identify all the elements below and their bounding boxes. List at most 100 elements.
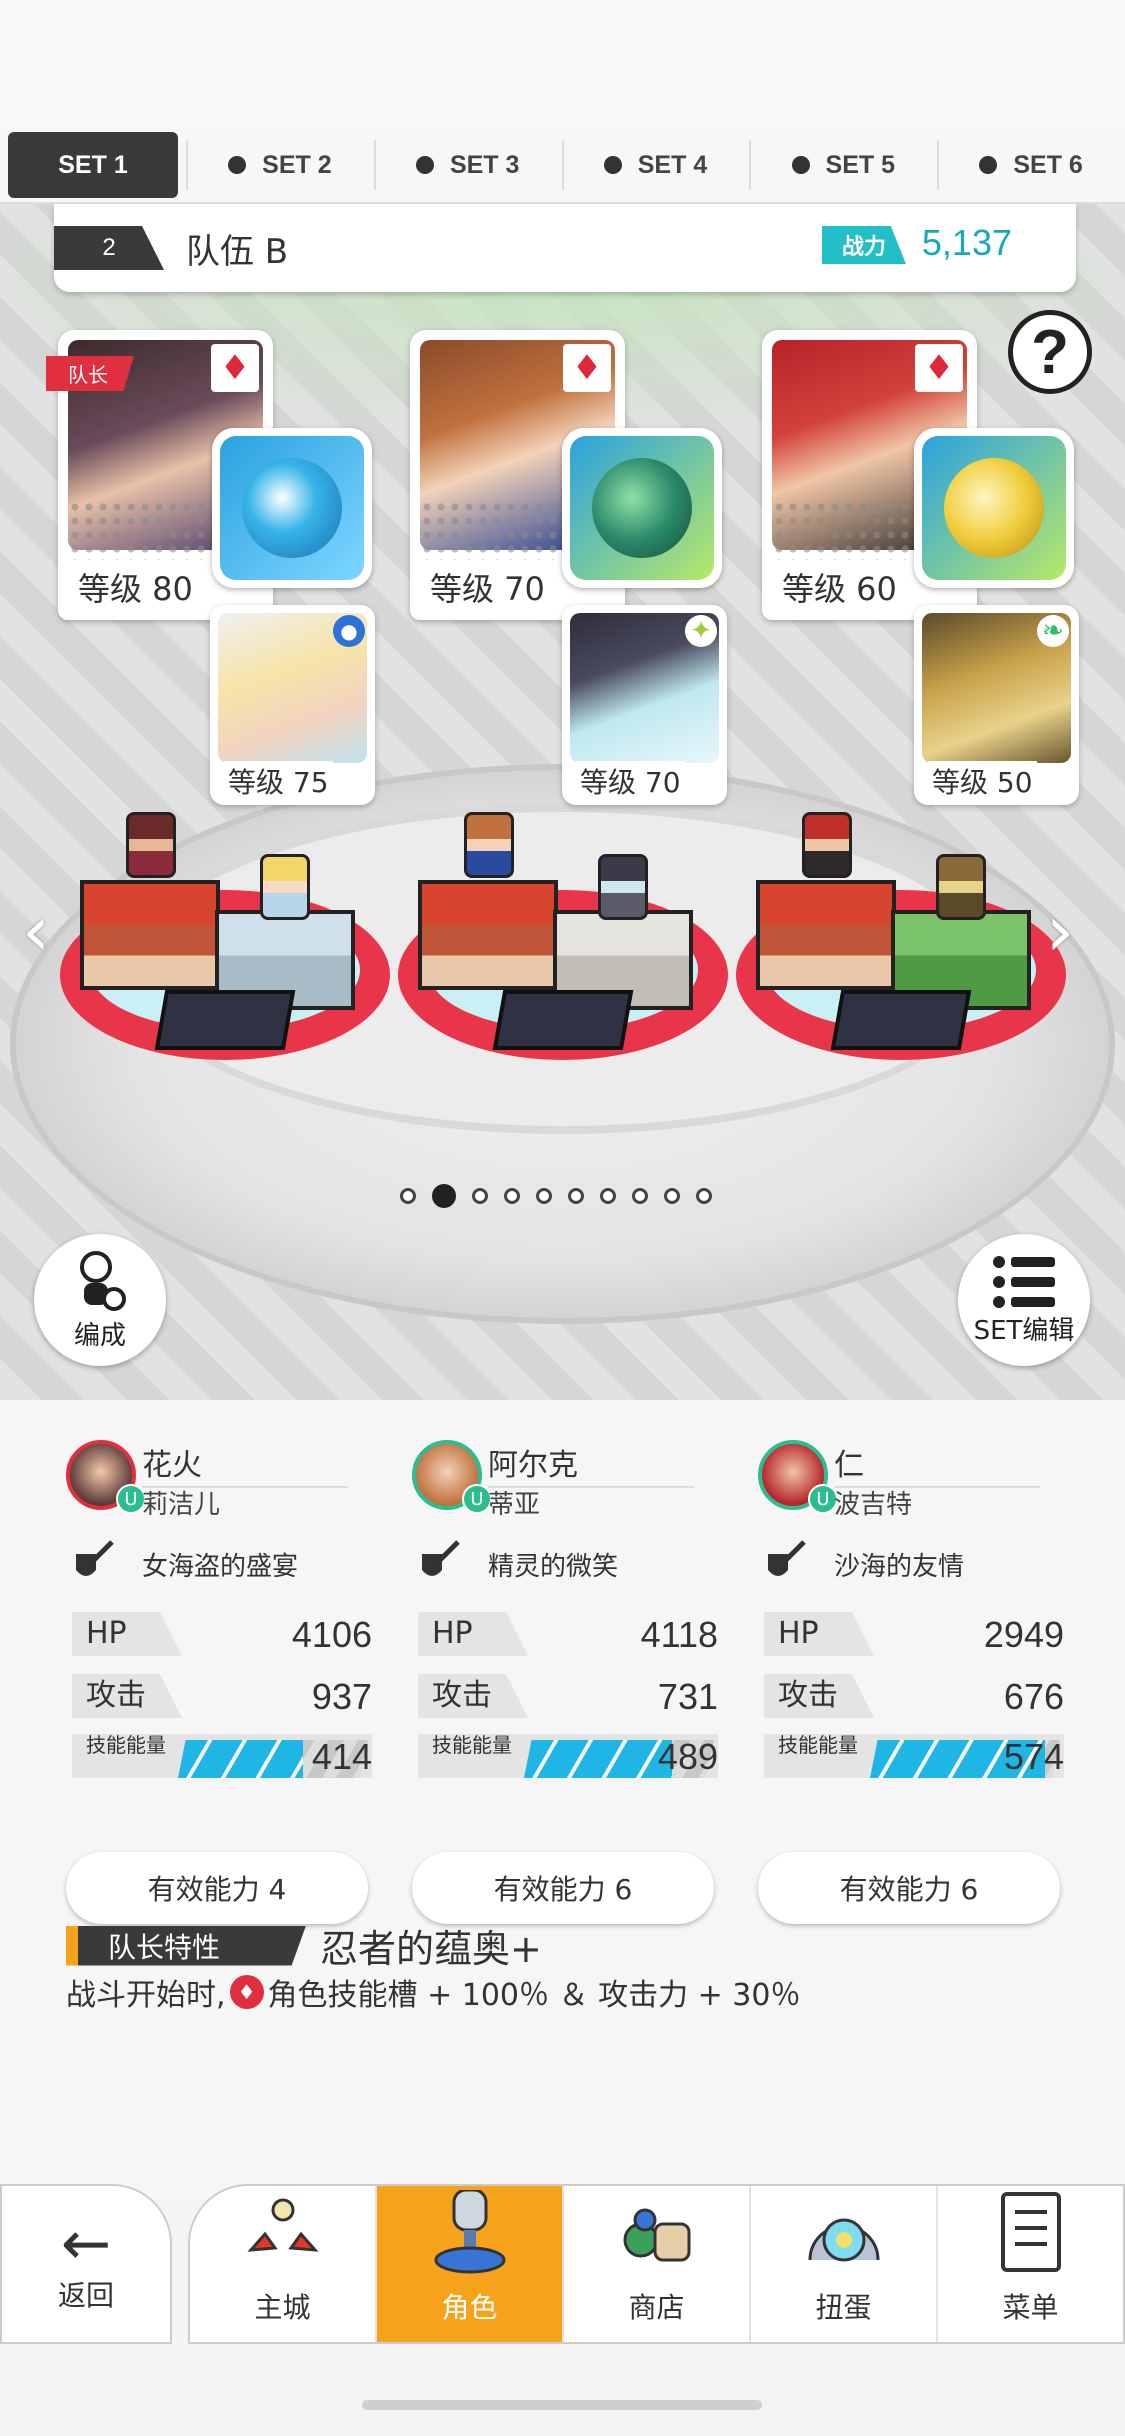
page-dot[interactable] bbox=[664, 1188, 680, 1204]
pedestal-1[interactable] bbox=[60, 812, 390, 1060]
support-card-2[interactable]: ✦ 等级 70 bbox=[562, 605, 727, 805]
weapon-name: 女海盗的盛宴 bbox=[142, 1552, 299, 1582]
pet-frame bbox=[220, 436, 364, 580]
member-sub-name: 蒂亚 bbox=[488, 1490, 541, 1520]
sparkle-badge-icon: ✦ bbox=[685, 615, 717, 647]
pet-card-1[interactable] bbox=[212, 428, 372, 588]
page-dot[interactable] bbox=[536, 1188, 552, 1204]
nav-item-character[interactable]: 角色 bbox=[375, 2186, 562, 2342]
support-level: 等级 50 bbox=[928, 761, 1037, 801]
bottom-navigation: ← 返回 主城 角色 商店 扭蛋 菜单 bbox=[0, 2184, 1125, 2344]
page-dot[interactable] bbox=[632, 1188, 648, 1204]
page-dot[interactable] bbox=[472, 1188, 488, 1204]
energy-value: 574 bbox=[1003, 1736, 1064, 1777]
tab-set-4[interactable]: SET 4 bbox=[561, 128, 750, 202]
hp-value: 4118 bbox=[640, 1614, 718, 1655]
page-dot[interactable] bbox=[504, 1188, 520, 1204]
next-arrow-icon[interactable]: › bbox=[1046, 890, 1074, 972]
attack-label: 攻击 bbox=[418, 1674, 528, 1718]
ability-button[interactable]: 有效能力 4 bbox=[66, 1852, 368, 1924]
page-indicator bbox=[400, 1184, 712, 1208]
pedestal-2[interactable] bbox=[398, 812, 728, 1060]
member-sub-name: 波吉特 bbox=[834, 1490, 913, 1520]
member-name: 花火 bbox=[142, 1440, 348, 1488]
ability-button[interactable]: 有效能力 6 bbox=[412, 1852, 714, 1924]
status-bar bbox=[0, 0, 1125, 128]
tab-dot-icon bbox=[603, 156, 622, 174]
home-indicator[interactable] bbox=[362, 2400, 762, 2410]
pet-card-2[interactable] bbox=[562, 428, 722, 588]
page-dot[interactable] bbox=[568, 1188, 584, 1204]
formation-label: 编成 bbox=[73, 1320, 126, 1351]
member-name: 阿尔克 bbox=[488, 1440, 694, 1488]
pet-frame bbox=[570, 436, 714, 580]
tab-label: SET 1 bbox=[58, 150, 128, 179]
chibi-sprite bbox=[598, 854, 648, 920]
nav-item-castle[interactable]: 主城 bbox=[190, 2186, 375, 2342]
energy-stat: 技能能量 414 bbox=[72, 1734, 372, 1778]
element-badge-icon: ● bbox=[333, 615, 365, 647]
hp-stat: HP 2949 bbox=[764, 1612, 1064, 1656]
shop-icon bbox=[623, 2208, 690, 2262]
attack-stat: 攻击 676 bbox=[764, 1674, 1064, 1718]
formation-button[interactable]: 编成 bbox=[34, 1234, 166, 1366]
support-card-1[interactable]: ● 等级 75 bbox=[210, 605, 375, 805]
support-level: 等级 75 bbox=[224, 761, 333, 801]
gold-orb-icon bbox=[944, 458, 1044, 558]
set-edit-button[interactable]: SET编辑 bbox=[958, 1234, 1090, 1366]
rank-diamond-icon: ♦ bbox=[211, 344, 259, 392]
attack-stat: 攻击 731 bbox=[418, 1674, 718, 1718]
back-button[interactable]: ← 返回 bbox=[0, 2184, 172, 2344]
chibi-sprite bbox=[260, 854, 310, 920]
pedestal-block bbox=[80, 880, 220, 990]
tab-dot-icon bbox=[791, 156, 810, 174]
help-button[interactable]: ? bbox=[1008, 310, 1092, 394]
support-level: 等级 70 bbox=[576, 761, 685, 801]
hp-value: 4106 bbox=[291, 1614, 372, 1655]
nav-item-menu[interactable]: 菜单 bbox=[936, 2186, 1123, 2342]
page-dot-active[interactable] bbox=[432, 1184, 456, 1208]
attack-stat: 攻击 937 bbox=[72, 1674, 372, 1718]
page-dot[interactable] bbox=[600, 1188, 616, 1204]
tab-set-5[interactable]: SET 5 bbox=[749, 128, 937, 202]
attack-label: 攻击 bbox=[72, 1674, 182, 1718]
character-level: 等级 70 bbox=[424, 562, 551, 612]
tab-set-2[interactable]: SET 2 bbox=[186, 128, 374, 202]
team-name: 队伍 B bbox=[186, 231, 289, 272]
nav-label: 商店 bbox=[628, 2291, 685, 2324]
support-card-3[interactable]: ❧ 等级 50 bbox=[914, 605, 1079, 805]
skill-diamond-icon: ♦ bbox=[229, 1975, 264, 2009]
character-level: 等级 60 bbox=[776, 562, 903, 612]
member-sub-name: 莉洁儿 bbox=[142, 1490, 221, 1520]
team-header[interactable]: 2 队伍 B 战力 5,137 bbox=[54, 204, 1076, 292]
page-dot[interactable] bbox=[400, 1188, 416, 1204]
pet-card-3[interactable] bbox=[914, 428, 1074, 588]
hp-label: HP bbox=[764, 1612, 874, 1656]
ability-button[interactable]: 有效能力 6 bbox=[758, 1852, 1060, 1924]
nav-label: 菜单 bbox=[1002, 2291, 1059, 2324]
energy-fill bbox=[178, 1740, 304, 1778]
tab-label: SET 4 bbox=[637, 150, 708, 179]
leader-trait: 队长特性 忍者的蕴奥+ bbox=[66, 1918, 542, 1973]
nav-item-shop[interactable]: 商店 bbox=[562, 2186, 749, 2342]
person-gear-icon bbox=[80, 1250, 126, 1311]
tab-dot-icon bbox=[979, 156, 998, 174]
energy-fill bbox=[524, 1740, 673, 1778]
pedestal-block bbox=[418, 880, 558, 990]
tab-set-3[interactable]: SET 3 bbox=[373, 128, 562, 202]
rank-diamond-icon: ♦ bbox=[563, 344, 611, 392]
nav-item-gacha[interactable]: 扭蛋 bbox=[749, 2186, 936, 2342]
tab-set-6[interactable]: SET 6 bbox=[937, 128, 1125, 202]
castle-icon bbox=[246, 2198, 319, 2252]
prev-arrow-icon[interactable]: ‹ bbox=[22, 890, 50, 972]
energy-stat: 技能能量 574 bbox=[764, 1734, 1064, 1778]
tab-set-1[interactable]: SET 1 bbox=[8, 132, 178, 198]
set-tabs: SET 1 SET 2 SET 3 SET 4 SET 5 SET 6 bbox=[0, 128, 1125, 204]
pedestal-3[interactable] bbox=[736, 812, 1066, 1060]
nav-label: 角色 bbox=[441, 2291, 498, 2324]
energy-value: 414 bbox=[311, 1736, 372, 1777]
page-dot[interactable] bbox=[696, 1188, 712, 1204]
pet-frame bbox=[922, 436, 1066, 580]
turtle-orb-icon bbox=[592, 458, 692, 558]
leader-tag: 队长 bbox=[46, 356, 134, 391]
